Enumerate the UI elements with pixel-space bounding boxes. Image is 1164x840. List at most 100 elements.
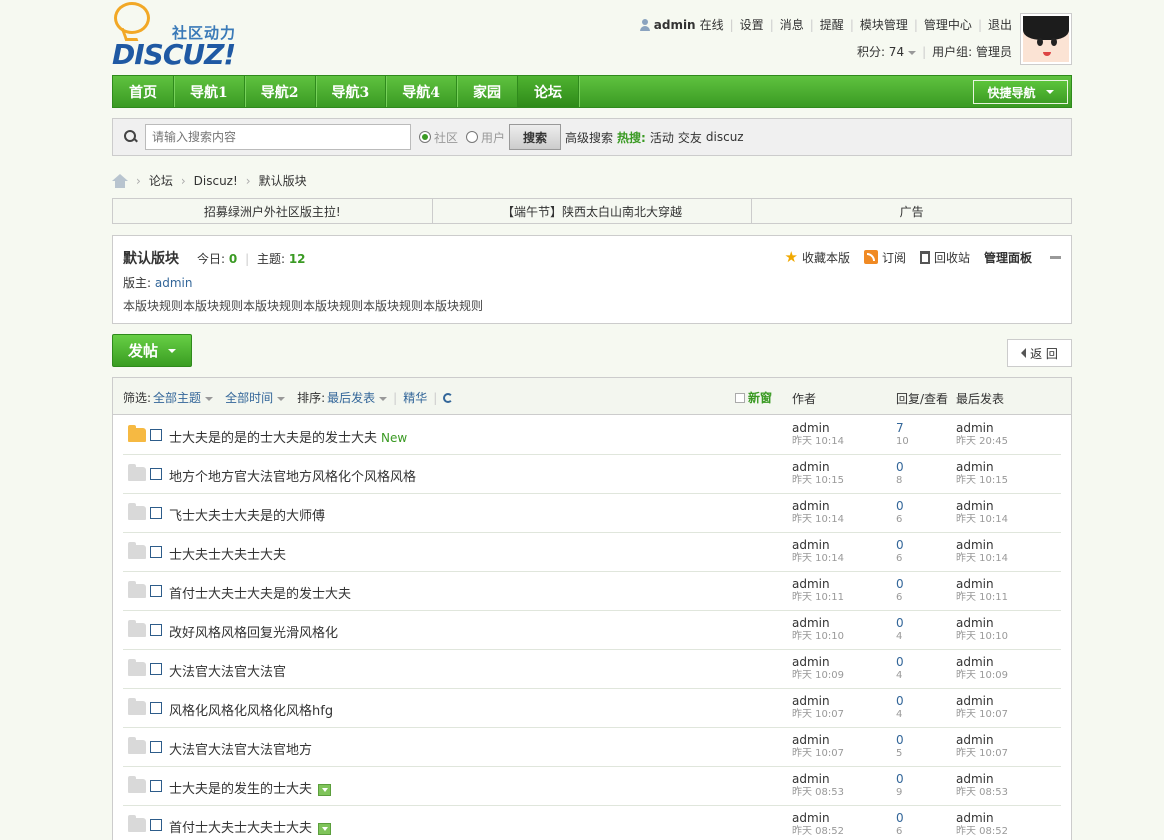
nav-item-4[interactable]: 导航4: [386, 76, 457, 107]
logout-link[interactable]: 退出: [988, 16, 1012, 33]
credits-menu[interactable]: 积分: 74: [857, 43, 917, 60]
announcement-item[interactable]: 广告: [752, 199, 1071, 223]
manage-panel-link[interactable]: 管理面板: [984, 249, 1032, 266]
author-link[interactable]: admin: [792, 460, 830, 474]
admin-center-link[interactable]: 管理中心: [924, 16, 972, 33]
notifications-link[interactable]: 提醒: [820, 16, 844, 33]
author-link[interactable]: admin: [792, 538, 830, 552]
new-window-checkbox[interactable]: [735, 392, 745, 403]
table-row[interactable]: 士大夫是的是的士大夫是的发士大夫 New admin 昨天 10:14 7 10 admin…: [123, 416, 1061, 455]
thread-title-link[interactable]: 飞士大夫士大夫是的大师傅: [169, 509, 325, 524]
filter-all-threads[interactable]: 全部主题: [153, 389, 214, 406]
nav-item-forum[interactable]: 论坛: [518, 76, 579, 107]
author-link[interactable]: admin: [792, 499, 830, 513]
author-link[interactable]: admin: [792, 655, 830, 669]
table-row[interactable]: 大法官大法官大法官 admin 昨天 10:09 0 4 admin 昨天 10:09: [123, 650, 1061, 689]
thread-checkbox[interactable]: [150, 780, 162, 792]
last-post-user[interactable]: admin: [956, 655, 994, 669]
nav-item-2[interactable]: 导航2: [245, 76, 316, 107]
folder-icon[interactable]: [128, 815, 146, 832]
last-post-user[interactable]: admin: [956, 499, 994, 513]
nav-item-3[interactable]: 导航3: [316, 76, 387, 107]
author-link[interactable]: admin: [792, 616, 830, 630]
author-link[interactable]: admin: [792, 577, 830, 591]
reply-count[interactable]: 0: [896, 499, 904, 513]
folder-icon[interactable]: [128, 503, 146, 520]
author-link[interactable]: admin: [792, 421, 830, 435]
breadcrumb-discuz[interactable]: Discuz!: [194, 174, 238, 188]
table-row[interactable]: 改好风格风格回复光滑风格化 admin 昨天 10:10 0 4 admin 昨天 10:1…: [123, 611, 1061, 650]
breadcrumb-current[interactable]: 默认版块: [259, 172, 307, 189]
author-link[interactable]: admin: [792, 694, 830, 708]
thread-title-link[interactable]: 大法官大法官大法官: [169, 665, 286, 680]
hot-term-link[interactable]: discuz: [706, 130, 744, 144]
thread-title-link[interactable]: 风格化风格化风格化风格hfg: [169, 704, 333, 719]
table-row[interactable]: 首付士大夫士大夫士大夫 admin 昨天 08:52 0 6 admin 昨天 08:52: [123, 806, 1061, 840]
last-post-user[interactable]: admin: [956, 460, 994, 474]
digest-filter-link[interactable]: 精华: [403, 389, 427, 406]
refresh-icon[interactable]: [443, 392, 454, 403]
table-row[interactable]: 士大夫是的发生的士大夫 admin 昨天 08:53 0 9 admin 昨天 08:53: [123, 767, 1061, 806]
new-post-button[interactable]: 发帖: [112, 334, 192, 367]
thread-title-link[interactable]: 地方个地方官大法官地方风格化个风格风格: [169, 470, 416, 485]
author-link[interactable]: admin: [792, 811, 830, 825]
nav-item-1[interactable]: 导航1: [174, 76, 245, 107]
folder-icon[interactable]: [128, 620, 146, 637]
reply-count[interactable]: 0: [896, 616, 904, 630]
last-post-user[interactable]: admin: [956, 538, 994, 552]
folder-icon[interactable]: [128, 698, 146, 715]
reply-count[interactable]: 0: [896, 538, 904, 552]
folder-icon[interactable]: [128, 581, 146, 598]
table-row[interactable]: 飞士大夫士大夫是的大师傅 admin 昨天 10:14 0 6 admin 昨天 10:14: [123, 494, 1061, 533]
folder-icon[interactable]: [128, 464, 146, 481]
thread-title-link[interactable]: 改好风格风格回复光滑风格化: [169, 626, 338, 641]
table-row[interactable]: 士大夫士大夫士大夫 admin 昨天 10:14 0 6 admin 昨天 10:14: [123, 533, 1061, 572]
hot-term-link[interactable]: 活动: [650, 129, 674, 146]
reply-count[interactable]: 0: [896, 694, 904, 708]
scope-forum-radio[interactable]: [419, 131, 431, 143]
reply-count[interactable]: 0: [896, 460, 904, 474]
reply-count[interactable]: 0: [896, 733, 904, 747]
last-post-user[interactable]: admin: [956, 421, 994, 435]
folder-icon[interactable]: [128, 776, 146, 793]
table-row[interactable]: 风格化风格化风格化风格hfg admin 昨天 10:07 0 4 admin 昨天 10:…: [123, 689, 1061, 728]
back-button[interactable]: 返 回: [1007, 339, 1072, 367]
folder-icon[interactable]: [128, 425, 146, 442]
username-link[interactable]: admin: [654, 18, 696, 32]
search-button[interactable]: 搜索: [509, 124, 562, 150]
thread-title-link[interactable]: 大法官大法官大法官地方: [169, 743, 312, 758]
thread-title-link[interactable]: 士大夫士大夫士大夫: [169, 548, 286, 563]
moderator-link[interactable]: admin: [155, 276, 193, 290]
thread-checkbox[interactable]: [150, 663, 162, 675]
messages-link[interactable]: 消息: [780, 16, 804, 33]
thread-checkbox[interactable]: [150, 819, 162, 831]
module-manage-link[interactable]: 模块管理: [860, 16, 908, 33]
reply-count[interactable]: 0: [896, 577, 904, 591]
thread-title-link[interactable]: 首付士大夫士大夫士大夫: [169, 821, 312, 836]
favorite-forum-button[interactable]: ★ 收藏本版: [784, 248, 849, 266]
reply-count[interactable]: 0: [896, 811, 904, 825]
thread-title-link[interactable]: 首付士大夫士大夫是的发士大夫: [169, 587, 351, 602]
scope-user-radio[interactable]: [466, 131, 479, 143]
subscribe-button[interactable]: 订阅: [863, 249, 906, 266]
quick-nav-button[interactable]: 快捷导航: [973, 80, 1068, 104]
thread-checkbox[interactable]: [150, 585, 162, 597]
reply-count[interactable]: 0: [896, 772, 904, 786]
avatar[interactable]: [1020, 13, 1072, 65]
sort-select[interactable]: 最后发表: [327, 389, 388, 406]
collapse-icon[interactable]: [1050, 255, 1061, 259]
last-post-user[interactable]: admin: [956, 772, 994, 786]
thread-checkbox[interactable]: [150, 741, 162, 753]
recycle-bin-button[interactable]: 回收站: [919, 249, 970, 266]
last-post-user[interactable]: admin: [956, 577, 994, 591]
thread-checkbox[interactable]: [150, 468, 162, 480]
advanced-search-link[interactable]: 高级搜索: [565, 129, 613, 146]
table-row[interactable]: 大法官大法官大法官地方 admin 昨天 10:07 0 5 admin 昨天 10:07: [123, 728, 1061, 767]
last-post-user[interactable]: admin: [956, 733, 994, 747]
search-input[interactable]: [145, 124, 411, 150]
folder-icon[interactable]: [128, 542, 146, 559]
thread-checkbox[interactable]: [150, 702, 162, 714]
folder-icon[interactable]: [128, 659, 146, 676]
folder-icon[interactable]: [128, 737, 146, 754]
thread-checkbox[interactable]: [150, 624, 162, 636]
